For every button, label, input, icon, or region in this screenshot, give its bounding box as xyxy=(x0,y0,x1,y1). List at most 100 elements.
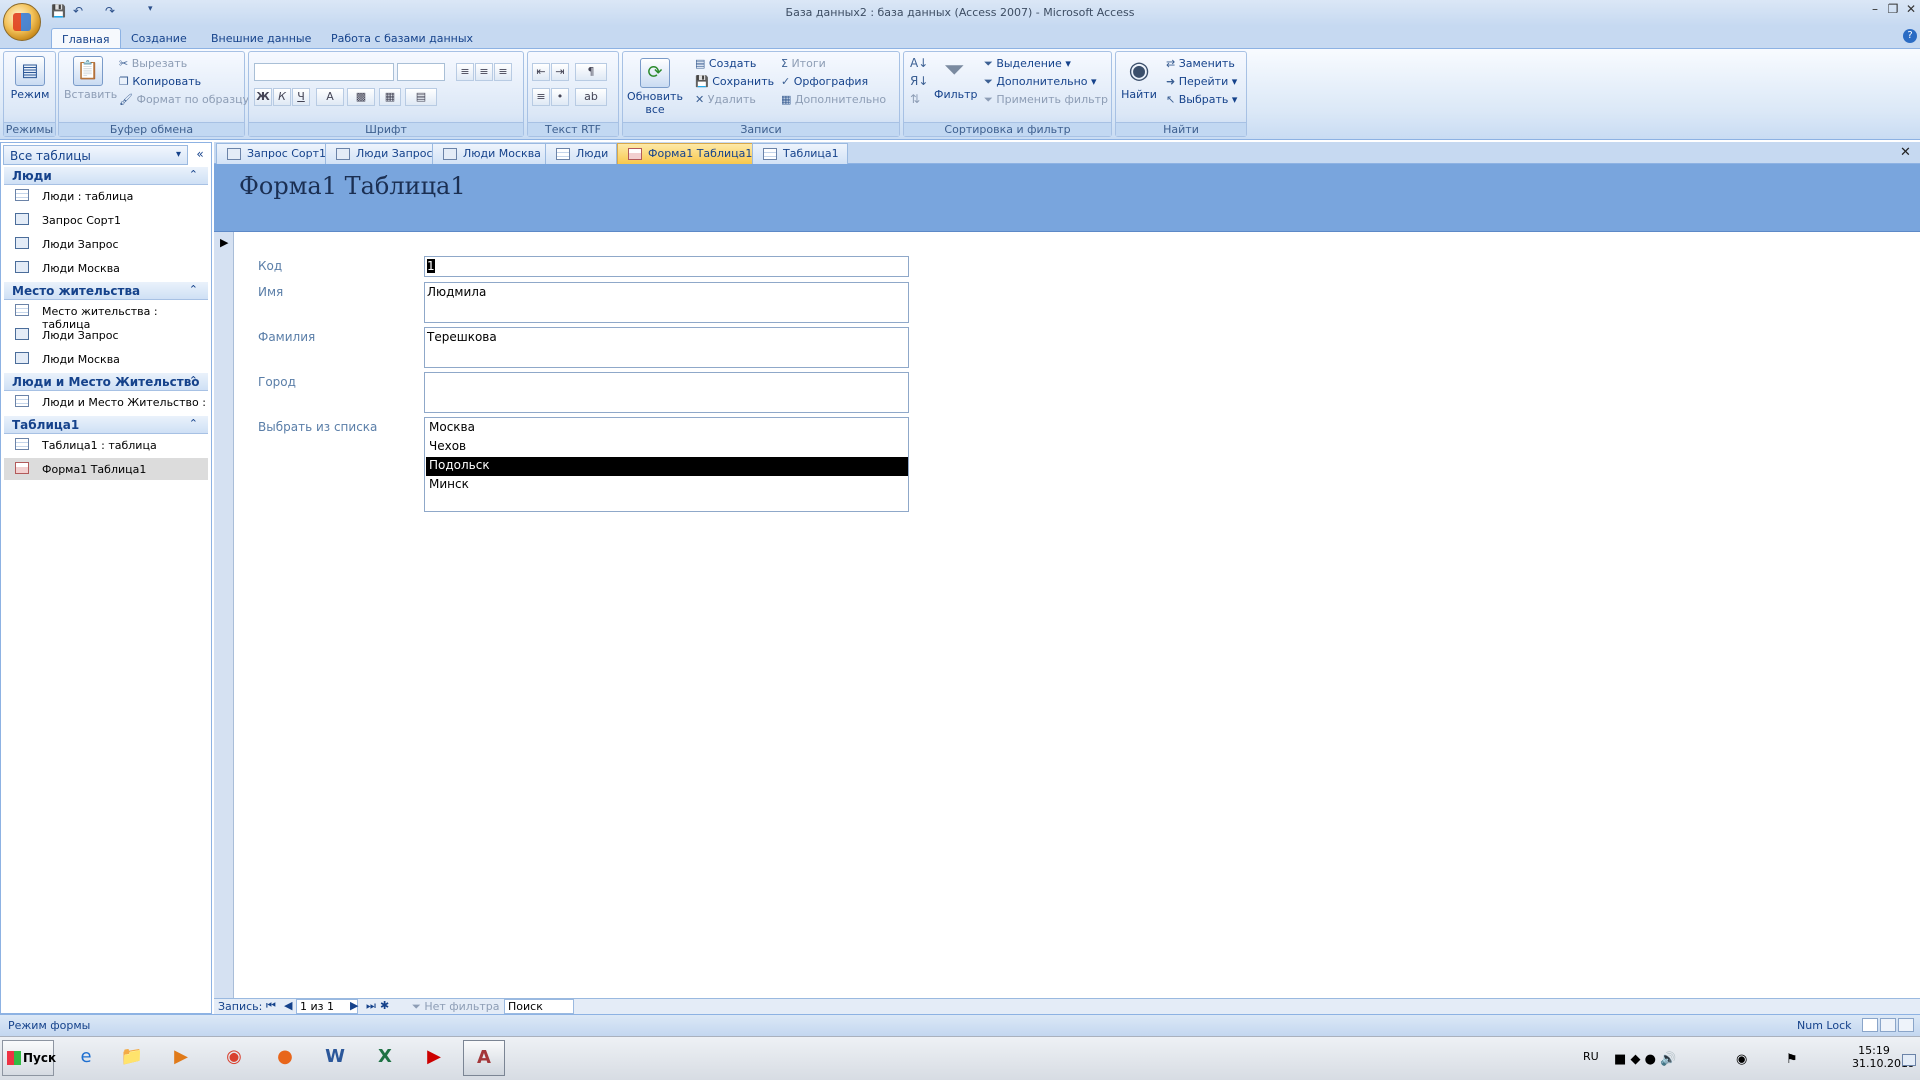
word-icon[interactable]: W xyxy=(314,1040,356,1076)
record-selector[interactable]: ▶ xyxy=(214,232,234,998)
field-city[interactable] xyxy=(424,372,909,413)
increase-indent-icon[interactable]: ⇥ xyxy=(551,63,569,81)
customize-icon[interactable]: ▾ xyxy=(148,4,164,20)
next-record-icon[interactable]: ▶ xyxy=(350,999,358,1012)
show-desktop-icon[interactable] xyxy=(1902,1054,1916,1066)
redo-icon[interactable]: ↷ xyxy=(105,4,121,20)
font-size-select[interactable] xyxy=(397,63,445,81)
highlight-icon[interactable]: ab xyxy=(575,88,607,106)
list-box[interactable]: Москва Чехов Подольск Минск xyxy=(424,417,909,512)
doc-tab-people[interactable]: Люди xyxy=(545,143,618,164)
selection-button[interactable]: ⏷ Выделение ▾ xyxy=(984,57,1071,71)
select-button[interactable]: ↖ Выбрать ▾ xyxy=(1166,93,1237,106)
media-player-icon[interactable]: ▶ xyxy=(160,1040,202,1076)
security-icon[interactable]: ◆ xyxy=(1630,1052,1640,1067)
nav-group-residence[interactable]: Место жительства ⌃ xyxy=(4,282,208,300)
font-name-select[interactable] xyxy=(254,63,394,81)
font-color-icon[interactable]: A xyxy=(316,88,344,106)
tab-database-tools[interactable]: Работа с базами данных xyxy=(321,28,483,48)
tab-external-data[interactable]: Внешние данные xyxy=(201,28,321,48)
nav-group-people[interactable]: Люди ⌃ xyxy=(4,167,208,185)
list-option-chekhov[interactable]: Чехов xyxy=(426,438,908,457)
view-mode-button[interactable]: ▤ Режим xyxy=(8,56,52,101)
nav-item-people-moscow[interactable]: Люди Москва xyxy=(4,257,208,279)
goto-button[interactable]: ➜ Перейти ▾ xyxy=(1166,75,1237,88)
chevron-down-icon[interactable]: ▾ xyxy=(176,149,181,160)
file-explorer-icon[interactable]: 📁 xyxy=(111,1040,153,1076)
volume-icon[interactable]: 🔊 xyxy=(1660,1052,1676,1067)
gridlines-icon[interactable]: ▦ xyxy=(379,88,401,106)
list-option-moscow[interactable]: Москва xyxy=(426,419,908,438)
filter-button[interactable]: ⏷ Фильтр xyxy=(934,56,978,101)
tray-icons[interactable]: ■ ◆ ● 🔊 xyxy=(1614,1052,1676,1067)
collapse-pane-icon[interactable]: « xyxy=(192,145,208,165)
spelling-button[interactable]: ✓ Орфография xyxy=(781,75,868,88)
new-blank-record-icon[interactable]: ✱ xyxy=(380,999,389,1012)
excel-icon[interactable]: X xyxy=(364,1040,406,1076)
bold-icon[interactable]: Ж xyxy=(254,88,272,106)
internet-explorer-icon[interactable]: e xyxy=(65,1040,107,1076)
clock[interactable]: 15:19 31.10.2019 xyxy=(1852,1044,1915,1070)
action-center-flag-icon[interactable]: ⚑ xyxy=(1786,1052,1798,1067)
sort-ascending-icon[interactable]: A↓ xyxy=(910,56,928,70)
cut-button[interactable]: ✂ Вырезать xyxy=(119,57,187,70)
doc-tab-table1[interactable]: Таблица1 xyxy=(752,143,848,164)
find-button[interactable]: ◉ Найти xyxy=(1120,56,1158,101)
align-center-icon[interactable]: ≡ xyxy=(475,63,493,81)
align-right-icon[interactable]: ≡ xyxy=(494,63,512,81)
save-record-button[interactable]: 💾 Сохранить xyxy=(695,75,774,88)
list-option-minsk[interactable]: Минск xyxy=(426,476,908,495)
tab-home[interactable]: Главная xyxy=(51,28,121,48)
doc-tab-query-sort1[interactable]: Запрос Сорт1 xyxy=(216,143,336,164)
doc-tab-form1-table1[interactable]: Форма1 Таблица1 xyxy=(617,143,762,164)
tab-create[interactable]: Создание xyxy=(121,28,197,48)
bullets-icon[interactable]: • xyxy=(551,88,569,106)
undo-icon[interactable]: ↶ xyxy=(73,4,89,20)
restore-icon[interactable]: ❐ xyxy=(1886,2,1900,16)
advanced-filter-button[interactable]: ⏷ Дополнительно ▾ xyxy=(984,75,1097,89)
previous-record-icon[interactable]: ◀ xyxy=(284,999,292,1012)
close-icon[interactable]: ✕ xyxy=(1904,2,1918,16)
nav-group-table1[interactable]: Таблица1 ⌃ xyxy=(4,416,208,434)
fill-color-icon[interactable]: ▩ xyxy=(347,88,375,106)
first-record-icon[interactable]: ⏮ xyxy=(266,999,276,1013)
copy-button[interactable]: ❐ Копировать xyxy=(119,75,201,88)
nav-item-table1-table[interactable]: Таблица1 : таблица xyxy=(4,434,208,456)
delete-record-button[interactable]: ✕ Удалить xyxy=(695,93,756,106)
chrome-icon[interactable]: ◉ xyxy=(213,1040,255,1076)
record-position[interactable]: 1 из 1 xyxy=(296,999,358,1014)
doc-tab-people-query[interactable]: Люди Запрос xyxy=(325,143,442,164)
format-painter-button[interactable]: 🖌 Формат по образцу xyxy=(119,93,249,106)
nav-item-form1-table1[interactable]: Форма1 Таблица1 xyxy=(4,458,208,480)
nav-item-people-query[interactable]: Люди Запрос xyxy=(4,233,208,255)
no-filter-indicator[interactable]: ⏷ Нет фильтра xyxy=(412,1000,499,1014)
list-option-podolsk[interactable]: Подольск xyxy=(426,457,908,476)
nav-item-residence-table[interactable]: Место жительства : таблица xyxy=(4,300,208,331)
toggle-filter-button[interactable]: ⏷ Применить фильтр xyxy=(984,93,1108,107)
field-surname[interactable]: Терешкова xyxy=(424,327,909,368)
start-button[interactable]: Пуск xyxy=(2,1040,56,1076)
office-button[interactable] xyxy=(3,3,41,41)
nav-pane-header[interactable]: Все таблицы ▾ xyxy=(3,145,188,165)
paste-button[interactable]: 📋 Вставить xyxy=(64,56,117,101)
network-icon[interactable]: ■ xyxy=(1614,1052,1626,1067)
numbering-icon[interactable]: ≡ xyxy=(532,88,550,106)
italic-icon[interactable]: К xyxy=(273,88,291,106)
nav-item-people-query-2[interactable]: Люди Запрос xyxy=(4,324,208,346)
nav-item-people-table[interactable]: Люди : таблица xyxy=(4,185,208,207)
nav-item-query-sort1[interactable]: Запрос Сорт1 xyxy=(4,209,208,231)
form-view-switch-icon[interactable] xyxy=(1862,1018,1878,1032)
bluetooth-icon[interactable]: ● xyxy=(1645,1052,1656,1067)
search-box[interactable]: Поиск xyxy=(504,999,574,1014)
totals-button[interactable]: Σ Итоги xyxy=(781,57,826,70)
minimize-icon[interactable]: – xyxy=(1868,2,1882,16)
tray-disc-icon[interactable]: ◉ xyxy=(1736,1052,1747,1067)
firefox-icon[interactable]: ● xyxy=(264,1040,306,1076)
nav-group-people-residence[interactable]: Люди и Место Жительство ⌃ xyxy=(4,373,208,391)
refresh-all-button[interactable]: ⟳ Обновить все xyxy=(626,58,684,116)
language-indicator[interactable]: RU xyxy=(1583,1050,1599,1063)
nav-item-people-residence-table[interactable]: Люди и Место Жительство : ... xyxy=(4,391,208,422)
sort-descending-icon[interactable]: Я↓ xyxy=(910,74,928,88)
nav-item-people-moscow-2[interactable]: Люди Москва xyxy=(4,348,208,370)
last-record-icon[interactable]: ⏭ xyxy=(366,999,376,1013)
